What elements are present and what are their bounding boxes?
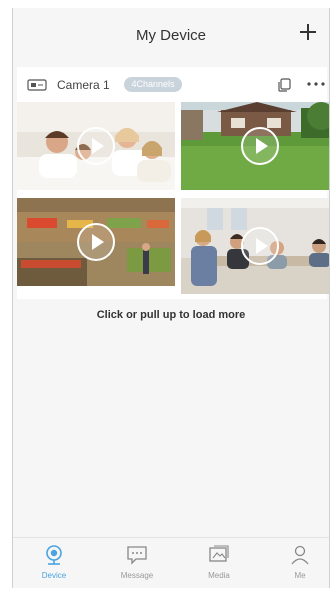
more-icon[interactable] <box>304 77 328 91</box>
play-icon[interactable] <box>76 126 116 166</box>
tab-media[interactable]: Media <box>189 538 249 588</box>
load-more-text[interactable]: Click or pull up to load more <box>13 309 329 321</box>
tab-me[interactable]: Me <box>270 538 329 588</box>
add-icon[interactable] <box>297 21 319 43</box>
channels-badge: 4Channels <box>124 77 182 92</box>
camera-feed-3[interactable] <box>17 198 175 286</box>
camera-card: Camera 1 4Channels <box>17 67 329 299</box>
play-icon[interactable] <box>76 222 116 262</box>
media-icon <box>209 545 229 562</box>
page-title: My Device <box>135 27 206 44</box>
device-icon <box>46 545 62 565</box>
play-icon[interactable] <box>240 126 280 166</box>
tab-message[interactable]: Message <box>107 538 167 588</box>
camera-header: Camera 1 4Channels <box>17 67 327 101</box>
camera-feed-2[interactable] <box>181 102 329 190</box>
tab-label: Me <box>294 571 306 580</box>
person-icon <box>291 545 309 565</box>
camera-name[interactable]: Camera 1 <box>57 78 110 92</box>
message-icon <box>127 546 147 565</box>
app-screen: My Device Camera 1 4Channels Click or pu… <box>12 8 330 588</box>
camera-feed-4[interactable] <box>181 198 329 294</box>
camera-feed-1[interactable] <box>17 102 175 190</box>
play-icon[interactable] <box>240 226 280 266</box>
tab-label: Media <box>208 571 230 580</box>
tab-label: Device <box>41 571 67 580</box>
copy-icon[interactable] <box>276 77 292 93</box>
tab-label: Message <box>120 571 154 580</box>
tab-device[interactable]: Device <box>24 538 84 588</box>
bottom-tab-bar: Device Message Media Me <box>13 537 329 588</box>
camera-device-icon <box>27 79 47 91</box>
header: My Device <box>13 8 329 64</box>
